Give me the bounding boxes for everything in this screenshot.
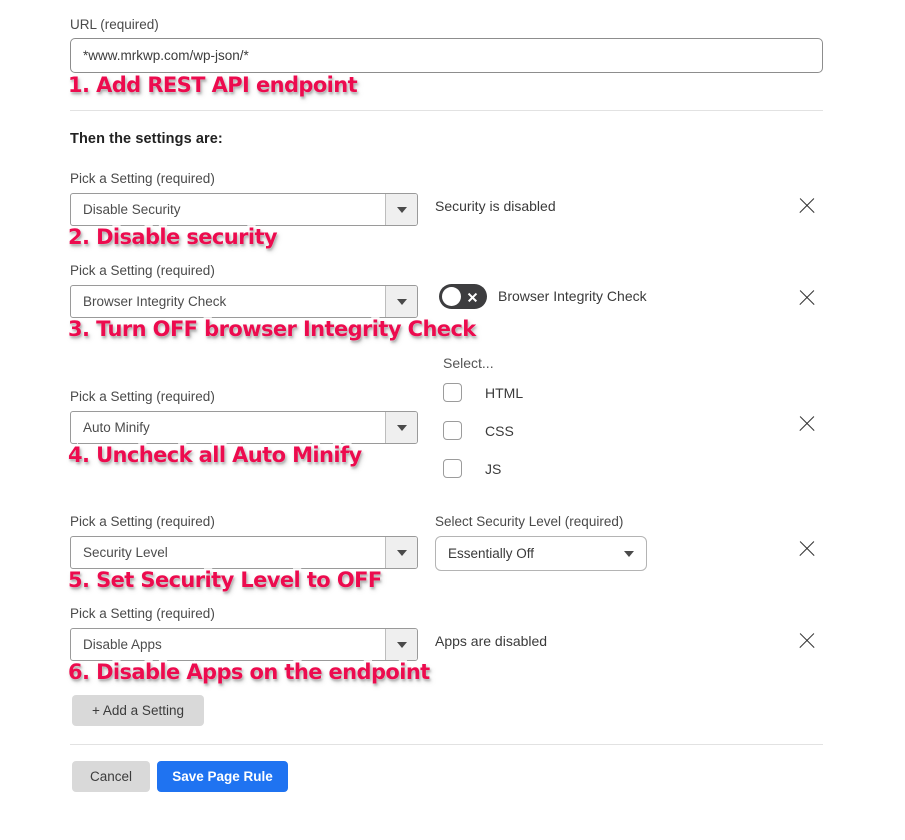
add-setting-button[interactable]: + Add a Setting bbox=[72, 695, 204, 726]
auto-minify-select-placeholder: Select... bbox=[443, 355, 494, 371]
setting-select-browser-integrity-check[interactable]: Browser Integrity Check bbox=[70, 285, 418, 318]
checkbox-row-js[interactable]: JS bbox=[443, 459, 501, 478]
checkbox-label-js: JS bbox=[485, 460, 502, 477]
setting-select-disable-security[interactable]: Disable Security bbox=[70, 193, 418, 226]
chevron-down-icon bbox=[396, 206, 407, 213]
annotation-2: 2. Disable security bbox=[66, 224, 280, 250]
chevron-down-icon bbox=[624, 550, 634, 557]
setting-select-button-3[interactable] bbox=[385, 412, 417, 443]
checkbox-js[interactable] bbox=[443, 459, 462, 478]
checkbox-row-css[interactable]: CSS bbox=[443, 421, 514, 440]
divider-top bbox=[70, 110, 823, 111]
remove-setting-close-icon-5[interactable] bbox=[796, 630, 818, 652]
remove-setting-close-icon-1[interactable] bbox=[796, 195, 818, 217]
save-page-rule-button[interactable]: Save Page Rule bbox=[157, 761, 288, 792]
divider-bottom bbox=[70, 744, 823, 745]
checkbox-css[interactable] bbox=[443, 421, 462, 440]
checkbox-label-html: HTML bbox=[485, 384, 524, 401]
toggle-knob bbox=[442, 287, 461, 306]
checkbox-row-html[interactable]: HTML bbox=[443, 383, 523, 402]
setting-select-value-2: Browser Integrity Check bbox=[83, 294, 227, 309]
pick-setting-label-5: Pick a Setting (required) bbox=[70, 606, 215, 621]
status-text-security-disabled: Security is disabled bbox=[435, 198, 556, 214]
setting-select-value-1: Disable Security bbox=[83, 202, 181, 217]
url-field-label: URL (required) bbox=[70, 17, 159, 32]
chevron-down-icon bbox=[396, 424, 407, 431]
section-heading: Then the settings are: bbox=[70, 131, 223, 147]
pick-setting-label-1: Pick a Setting (required) bbox=[70, 171, 215, 186]
status-text-apps-disabled: Apps are disabled bbox=[435, 633, 548, 649]
pick-setting-label-3: Pick a Setting (required) bbox=[70, 389, 215, 404]
annotation-1: 1. Add REST API endpoint bbox=[66, 72, 360, 98]
setting-select-security-level[interactable]: Security Level bbox=[70, 536, 418, 569]
setting-select-button-4[interactable] bbox=[385, 537, 417, 568]
security-level-select[interactable]: Essentially Off bbox=[435, 536, 647, 571]
setting-select-button-5[interactable] bbox=[385, 629, 417, 660]
browser-integrity-check-toggle[interactable] bbox=[439, 284, 487, 309]
annotation-4: 4. Uncheck all Auto Minify bbox=[66, 442, 365, 468]
security-level-label: Select Security Level (required) bbox=[435, 514, 624, 529]
remove-setting-close-icon-4[interactable] bbox=[796, 538, 818, 560]
setting-select-value-5: Disable Apps bbox=[83, 637, 162, 652]
checkbox-html[interactable] bbox=[443, 383, 462, 402]
security-level-value: Essentially Off bbox=[448, 546, 535, 561]
setting-select-button-2[interactable] bbox=[385, 286, 417, 317]
setting-select-button-1[interactable] bbox=[385, 194, 417, 225]
toggle-label-browser-integrity-check: Browser Integrity Check bbox=[498, 288, 647, 304]
annotation-6: 6. Disable Apps on the endpoint bbox=[66, 659, 433, 685]
setting-select-disable-apps[interactable]: Disable Apps bbox=[70, 628, 418, 661]
pick-setting-label-2: Pick a Setting (required) bbox=[70, 263, 215, 278]
setting-select-auto-minify[interactable]: Auto Minify bbox=[70, 411, 418, 444]
setting-select-value-3: Auto Minify bbox=[83, 420, 150, 435]
annotation-3: 3. Turn OFF browser Integrity Check bbox=[66, 316, 479, 342]
toggle-off-x-icon bbox=[467, 291, 478, 302]
chevron-down-icon bbox=[396, 549, 407, 556]
url-input[interactable] bbox=[70, 38, 823, 73]
annotation-5: 5. Set Security Level to OFF bbox=[66, 567, 385, 593]
checkbox-label-css: CSS bbox=[485, 422, 514, 439]
chevron-down-icon bbox=[396, 641, 407, 648]
cancel-button[interactable]: Cancel bbox=[72, 761, 150, 792]
remove-setting-close-icon-3[interactable] bbox=[796, 413, 818, 435]
pick-setting-label-4: Pick a Setting (required) bbox=[70, 514, 215, 529]
remove-setting-close-icon-2[interactable] bbox=[796, 287, 818, 309]
setting-select-value-4: Security Level bbox=[83, 545, 168, 560]
chevron-down-icon bbox=[396, 298, 407, 305]
